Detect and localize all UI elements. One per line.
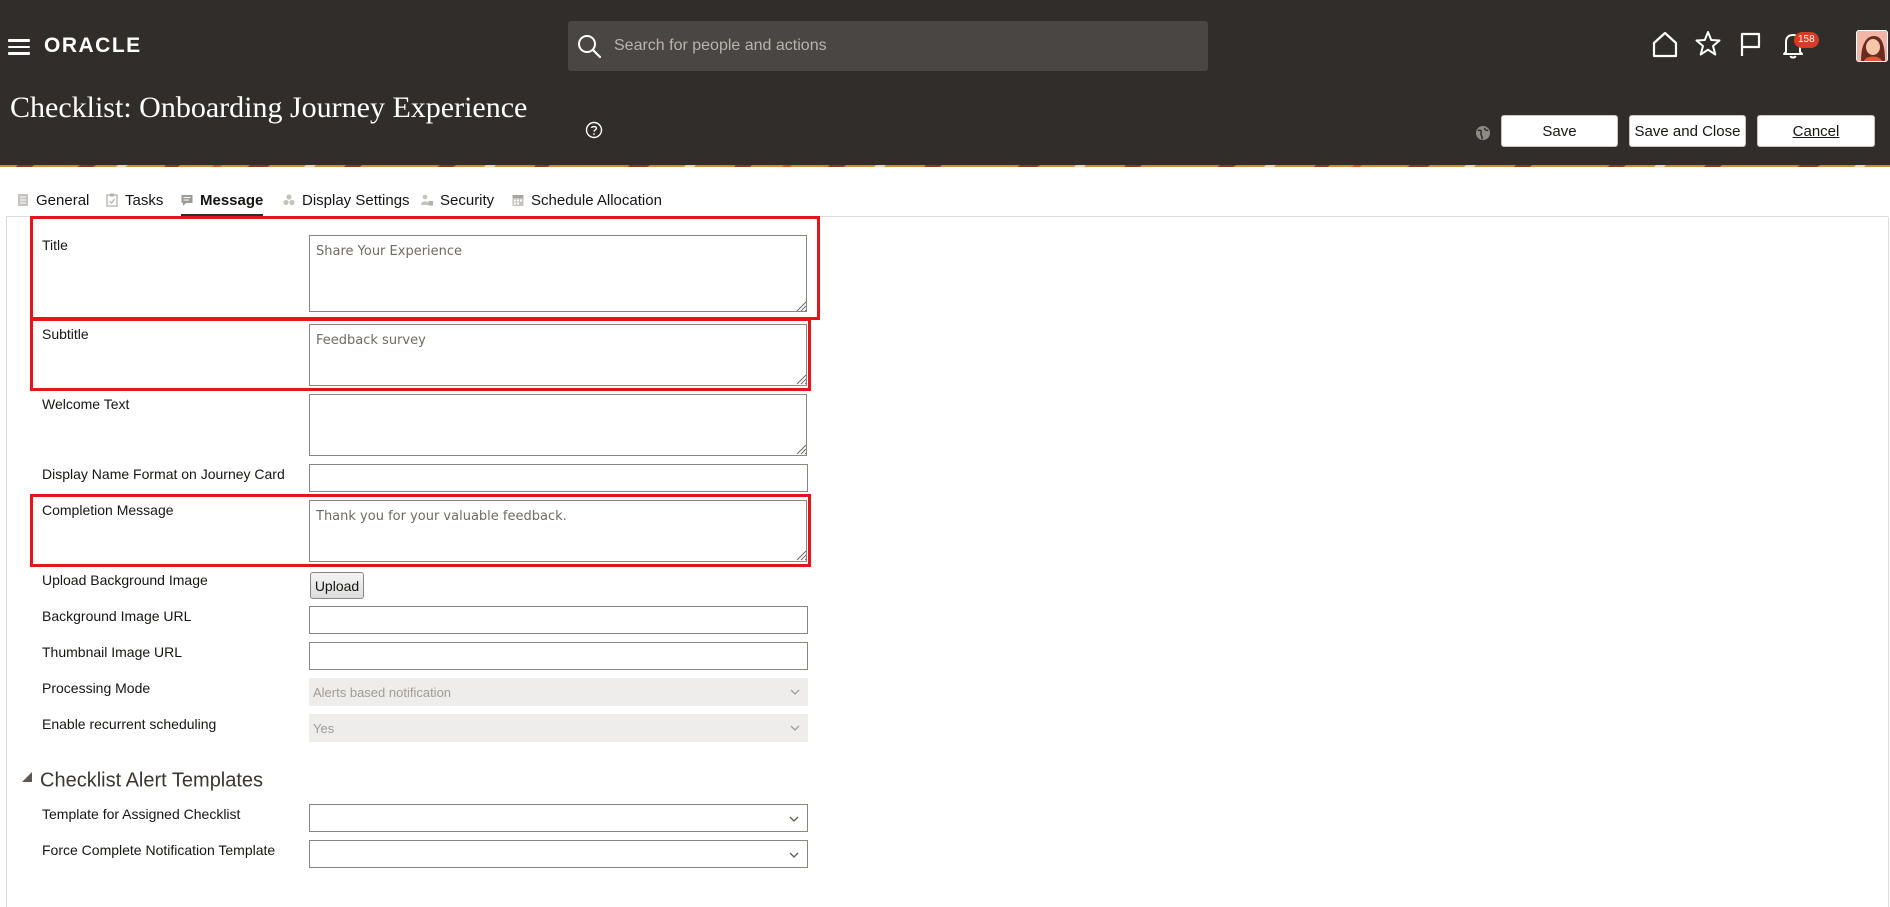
completion-message-textarea[interactable]	[309, 500, 807, 562]
calendar-icon	[512, 195, 524, 206]
display-name-format-label: Display Name Format on Journey Card	[42, 466, 285, 482]
tab-label: Schedule Allocation	[531, 191, 662, 209]
resize-handle-icon[interactable]	[795, 373, 807, 385]
global-header: ORACLE 158	[0, 0, 1890, 167]
notifications[interactable]: 158	[1778, 28, 1819, 62]
subtitle-label: Subtitle	[42, 326, 89, 342]
tab-label: Security	[440, 191, 495, 209]
upload-button[interactable]: Upload	[310, 572, 364, 599]
background-image-url-label: Background Image URL	[42, 608, 192, 624]
resize-handle-icon[interactable]	[795, 443, 807, 455]
tab-display-settings[interactable]: Display Settings	[283, 186, 410, 214]
global-search[interactable]	[568, 21, 1208, 71]
title-textarea[interactable]	[309, 235, 807, 312]
favorites-star-icon[interactable]	[1693, 28, 1723, 60]
tab-label: Display Settings	[302, 191, 410, 209]
page-title: Checklist: Onboarding Journey Experience	[10, 91, 528, 124]
hamburger-menu-icon[interactable]	[8, 36, 30, 56]
document-icon	[18, 194, 28, 206]
search-input[interactable]	[612, 36, 1176, 56]
tab-schedule-allocation[interactable]: Schedule Allocation	[512, 186, 662, 214]
tab-security[interactable]: Security	[421, 186, 494, 214]
clipboard-icon	[106, 193, 118, 207]
oracle-logo[interactable]: ORACLE	[44, 34, 142, 58]
recurrent-scheduling-value: Yes	[313, 721, 335, 736]
processing-mode-label: Processing Mode	[42, 680, 151, 696]
checklist-alert-templates-heading: Checklist Alert Templates	[40, 769, 264, 792]
welcome-text-textarea[interactable]	[309, 394, 807, 456]
decorative-banner-pattern	[0, 165, 1890, 167]
force-complete-notification-template-label: Force Complete Notification Template	[42, 842, 276, 858]
globe-icon[interactable]	[1475, 125, 1491, 141]
title-label: Title	[42, 237, 68, 253]
chevron-down-icon	[790, 725, 800, 731]
thumbnail-image-url-input[interactable]	[309, 642, 808, 670]
resize-handle-icon[interactable]	[795, 549, 807, 561]
template-assigned-checklist-label: Template for Assigned Checklist	[42, 806, 241, 822]
flag-icon[interactable]	[1735, 28, 1765, 60]
enable-recurrent-scheduling-label: Enable recurrent scheduling	[42, 716, 217, 732]
subtitle-textarea[interactable]	[309, 324, 807, 386]
template-assigned-checklist-select[interactable]	[309, 804, 808, 832]
speech-bubble-icon	[181, 195, 193, 206]
resize-handle-icon[interactable]	[795, 300, 807, 312]
save-and-close-button[interactable]: Save and Close	[1629, 115, 1746, 147]
home-icon[interactable]	[1650, 28, 1680, 60]
force-complete-notification-template-select[interactable]	[309, 840, 808, 868]
tab-label: General	[36, 191, 90, 209]
thumbnail-image-url-label: Thumbnail Image URL	[42, 644, 183, 660]
completion-message-label: Completion Message	[42, 502, 174, 518]
tab-tasks[interactable]: Tasks	[106, 186, 163, 214]
circles-icon	[283, 194, 295, 206]
tab-message[interactable]: Message	[181, 186, 264, 217]
user-avatar-icon	[1857, 31, 1887, 61]
people-lock-icon	[421, 194, 433, 206]
chevron-down-icon	[790, 689, 800, 695]
user-avatar[interactable]	[1856, 30, 1888, 62]
enable-recurrent-scheduling-select: Yes	[309, 714, 808, 742]
content-panel	[6, 217, 1889, 907]
display-name-format-input[interactable]	[309, 464, 808, 492]
collapse-triangle-icon[interactable]	[22, 772, 32, 782]
upload-background-image-label: Upload Background Image	[42, 572, 208, 588]
tab-label: Tasks	[125, 191, 164, 209]
search-icon	[578, 35, 602, 59]
tab-label: Message	[200, 191, 264, 209]
notification-count-badge: 158	[1794, 32, 1819, 48]
save-button[interactable]: Save	[1501, 115, 1618, 147]
tab-general[interactable]: General	[17, 186, 89, 214]
chevron-down-icon	[789, 816, 799, 822]
help-icon[interactable]	[585, 121, 603, 139]
background-image-url-input[interactable]	[309, 606, 808, 634]
cancel-button[interactable]: Cancel	[1757, 115, 1875, 147]
processing-mode-select: Alerts based notification	[309, 678, 808, 706]
chevron-down-icon	[789, 852, 799, 858]
welcome-text-label: Welcome Text	[42, 396, 130, 412]
processing-mode-value: Alerts based notification	[313, 685, 452, 700]
